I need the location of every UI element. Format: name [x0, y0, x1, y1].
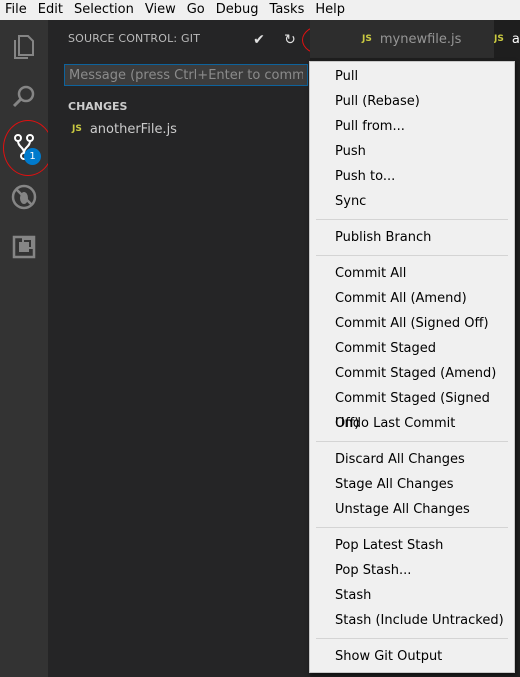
- source-control-panel: SOURCE CONTROL: GIT ✔ ↻ ··· CHANGES JS a…: [48, 20, 329, 677]
- menu-item-pop-stash[interactable]: Pop Stash...: [310, 558, 514, 583]
- menu-separator: [316, 638, 508, 639]
- menu-help[interactable]: Help: [310, 0, 351, 20]
- js-file-icon: JS: [72, 124, 82, 134]
- menu-file[interactable]: File: [0, 0, 33, 20]
- panel-title: SOURCE CONTROL: GIT: [68, 32, 201, 45]
- js-file-icon: JS: [494, 34, 504, 44]
- menu-item-undo-last-commit[interactable]: Undo Last Commit: [310, 411, 514, 436]
- tab-label: a: [511, 31, 520, 47]
- menu-item-stash[interactable]: Stash: [310, 583, 514, 608]
- menu-separator: [316, 441, 508, 442]
- menu-item-pop-latest-stash[interactable]: Pop Latest Stash: [310, 533, 514, 558]
- tab-label: mynewfile.js: [379, 31, 462, 47]
- menu-tasks[interactable]: Tasks: [265, 0, 311, 20]
- menu-item-pull[interactable]: Pull: [310, 64, 514, 89]
- search-icon[interactable]: [0, 72, 48, 122]
- menu-item-push-to[interactable]: Push to...: [310, 164, 514, 189]
- menu-item-push[interactable]: Push: [310, 139, 514, 164]
- activity-bar: 1: [0, 20, 48, 677]
- menu-selection[interactable]: Selection: [69, 0, 140, 20]
- menu-item-unstage-all-changes[interactable]: Unstage All Changes: [310, 497, 514, 522]
- menu-separator: [316, 255, 508, 256]
- menu-item-stash-include-untracked[interactable]: Stash (Include Untracked): [310, 608, 514, 633]
- tab-another[interactable]: JS a: [494, 20, 520, 58]
- extensions-icon[interactable]: [0, 222, 48, 272]
- scm-badge: 1: [24, 148, 41, 165]
- commit-check-icon[interactable]: ✔: [248, 29, 270, 51]
- menu-item-sync[interactable]: Sync: [310, 189, 514, 214]
- more-actions-menu: Pull Pull (Rebase) Pull from... Push Push to…: [309, 61, 515, 673]
- menu-view[interactable]: View: [140, 0, 182, 20]
- menu-item-commit-all[interactable]: Commit All: [310, 261, 514, 286]
- menu-item-commit-staged[interactable]: Commit Staged: [310, 336, 514, 361]
- explorer-icon[interactable]: [0, 22, 48, 72]
- menu-item-stage-all-changes[interactable]: Stage All Changes: [310, 472, 514, 497]
- refresh-icon[interactable]: ↻: [279, 29, 301, 51]
- menu-item-commit-staged-amend[interactable]: Commit Staged (Amend): [310, 361, 514, 386]
- commit-message-input[interactable]: [64, 64, 308, 86]
- menu-debug[interactable]: Debug: [211, 0, 265, 20]
- menu-edit[interactable]: Edit: [33, 0, 69, 20]
- changed-file-row[interactable]: JS anotherFile.js: [72, 120, 177, 138]
- menu-go[interactable]: Go: [182, 0, 211, 20]
- changed-file-name: anotherFile.js: [89, 121, 177, 137]
- menu-item-commit-staged-signed-off[interactable]: Commit Staged (Signed Off): [310, 386, 514, 431]
- menu-item-discard-all-changes[interactable]: Discard All Changes: [310, 447, 514, 472]
- debug-icon[interactable]: [0, 172, 48, 222]
- menu-item-publish-branch[interactable]: Publish Branch: [310, 225, 514, 250]
- menu-item-commit-all-amend[interactable]: Commit All (Amend): [310, 286, 514, 311]
- source-control-icon[interactable]: [0, 122, 48, 172]
- menu-separator: [316, 527, 508, 528]
- menu-item-pull-from[interactable]: Pull from...: [310, 114, 514, 139]
- editor-tabs: JS mynewfile.js JS a: [310, 20, 520, 58]
- menu-item-pull-rebase[interactable]: Pull (Rebase): [310, 89, 514, 114]
- menu-separator: [316, 219, 508, 220]
- menu-item-show-git-output[interactable]: Show Git Output: [310, 644, 514, 669]
- tab-mynewfile[interactable]: JS mynewfile.js: [362, 20, 462, 58]
- changes-header[interactable]: CHANGES: [68, 100, 127, 113]
- menu-item-commit-all-signed-off[interactable]: Commit All (Signed Off): [310, 311, 514, 336]
- menu-bar: File Edit Selection View Go Debug Tasks …: [0, 0, 520, 20]
- js-file-icon: JS: [362, 34, 372, 44]
